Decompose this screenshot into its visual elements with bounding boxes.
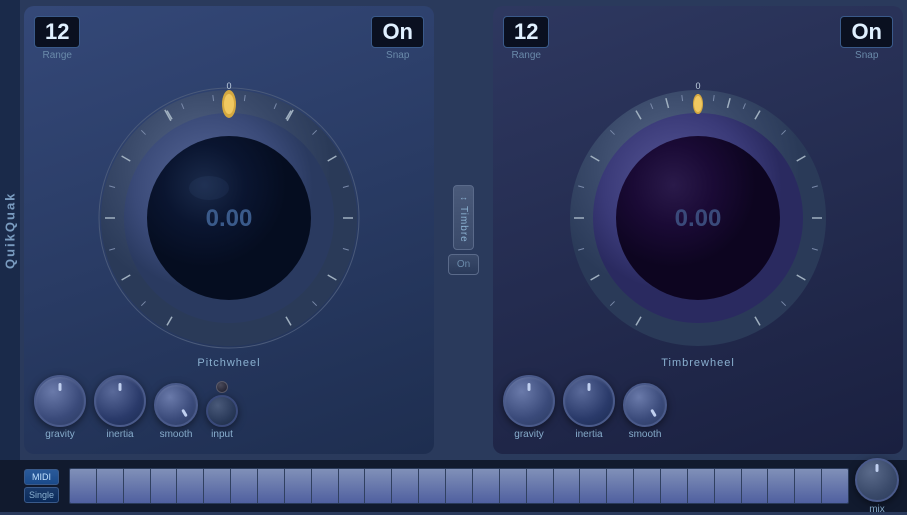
left-input-knob[interactable] bbox=[206, 395, 238, 427]
right-inertia-group: inertia bbox=[563, 375, 615, 440]
left-mode-controls: MIDI Single bbox=[24, 469, 59, 503]
left-smooth-knob[interactable] bbox=[154, 383, 198, 427]
right-inertia-label: inertia bbox=[575, 429, 602, 440]
left-range-group: 12 Range bbox=[34, 16, 80, 61]
left-smooth-group: smooth bbox=[154, 383, 198, 440]
left-gravity-group: gravity bbox=[34, 375, 86, 440]
left-wheel-label: Pitchwheel bbox=[197, 357, 260, 369]
right-smooth-knob[interactable] bbox=[623, 383, 667, 427]
svg-text:0.00: 0.00 bbox=[675, 205, 722, 232]
right-gravity-knob[interactable] bbox=[503, 375, 555, 427]
left-snap-group: On Snap bbox=[371, 16, 424, 61]
left-range-display[interactable]: 12 bbox=[34, 16, 80, 48]
left-wheel-svg[interactable]: 0 +1 -1 +2 -2 +3 -3 +4 -4 +5 -5 +6 -6 0.… bbox=[89, 78, 369, 358]
left-gravity-label: gravity bbox=[45, 429, 74, 440]
timbre-button[interactable]: ↔ Timbre bbox=[453, 185, 474, 250]
mix-label: mix bbox=[869, 504, 885, 515]
right-gravity-label: gravity bbox=[514, 429, 543, 440]
bottom-bar: MIDI Single bbox=[0, 460, 907, 512]
timbre-label: Timbre bbox=[458, 206, 469, 243]
left-input-group: input bbox=[206, 381, 238, 440]
right-snap-group: On Snap bbox=[840, 16, 893, 61]
right-panel: 12 Range On Snap bbox=[493, 6, 903, 454]
left-gravity-knob[interactable] bbox=[34, 375, 86, 427]
right-smooth-group: smooth bbox=[623, 383, 667, 440]
panel-divider: ↔ Timbre On bbox=[436, 0, 491, 460]
right-wheel-container: 0 +1 -1 +2 -2 +3 -3 +4 -4 +5 -5 +6 -6 0.… bbox=[503, 65, 893, 371]
on-button[interactable]: On bbox=[448, 254, 479, 275]
single-button[interactable]: Single bbox=[24, 487, 59, 503]
svg-text:0: 0 bbox=[695, 81, 700, 91]
left-panel-top: 12 Range On Snap bbox=[34, 16, 424, 61]
right-wheel-svg[interactable]: 0 +1 -1 +2 -2 +3 -3 +4 -4 +5 -5 +6 -6 0.… bbox=[558, 78, 838, 358]
mix-knob[interactable] bbox=[855, 458, 899, 502]
right-wheel-label: Timbrewheel bbox=[661, 357, 735, 369]
left-panel: 12 Range On Snap bbox=[24, 6, 434, 454]
left-snap-label: Snap bbox=[386, 50, 409, 61]
midi-button[interactable]: MIDI bbox=[24, 469, 59, 485]
left-inertia-knob[interactable] bbox=[94, 375, 146, 427]
right-gravity-group: gravity bbox=[503, 375, 555, 440]
right-bottom-controls: gravity inertia smooth bbox=[503, 371, 893, 444]
right-range-label: Range bbox=[512, 50, 541, 61]
right-smooth-label: smooth bbox=[629, 429, 662, 440]
left-range-label: Range bbox=[43, 50, 72, 61]
left-bottom-controls: gravity inertia smooth input bbox=[34, 371, 424, 444]
right-snap-label: Snap bbox=[855, 50, 878, 61]
left-wheel-container: 0 +1 -1 +2 -2 +3 -3 +4 -4 +5 -5 +6 -6 0.… bbox=[34, 65, 424, 371]
svg-text:0: 0 bbox=[226, 81, 231, 91]
main-container: QuikQuak 12 Range On Snap bbox=[0, 0, 907, 460]
piano-keyboard[interactable] bbox=[69, 468, 849, 504]
right-panel-top: 12 Range On Snap bbox=[503, 16, 893, 61]
left-input-mini-knob[interactable] bbox=[216, 381, 228, 393]
mix-group: mix bbox=[855, 458, 899, 515]
right-range-group: 12 Range bbox=[503, 16, 549, 61]
left-snap-display[interactable]: On bbox=[371, 16, 424, 48]
svg-text:0.00: 0.00 bbox=[206, 205, 253, 232]
left-inertia-group: inertia bbox=[94, 375, 146, 440]
right-inertia-knob[interactable] bbox=[563, 375, 615, 427]
right-range-display[interactable]: 12 bbox=[503, 16, 549, 48]
left-input-label: input bbox=[211, 429, 233, 440]
left-inertia-label: inertia bbox=[106, 429, 133, 440]
brand-label: QuikQuak bbox=[0, 0, 20, 460]
left-smooth-label: smooth bbox=[160, 429, 193, 440]
right-snap-display[interactable]: On bbox=[840, 16, 893, 48]
